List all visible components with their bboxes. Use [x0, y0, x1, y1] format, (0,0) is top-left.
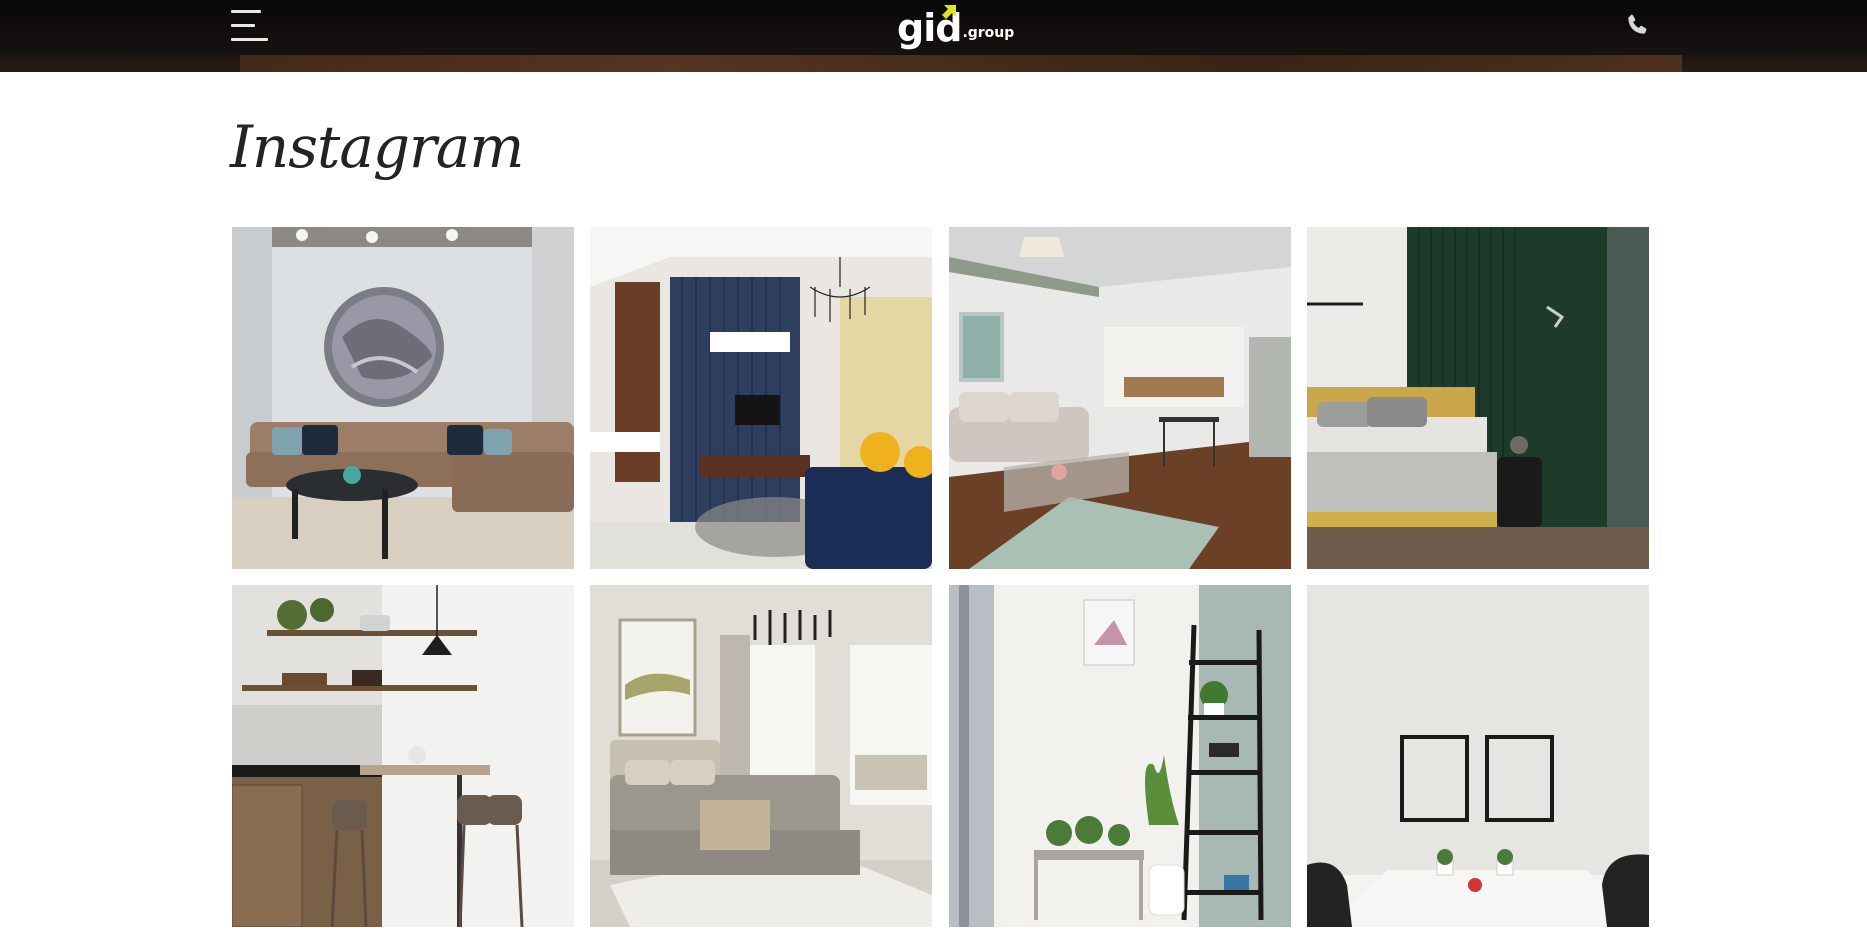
menu-line	[231, 10, 261, 13]
logo-sub-text: .group	[962, 25, 1015, 41]
gallery-item-corner-shelf-plants[interactable]	[948, 585, 1291, 927]
gallery-item-kitchen-shelves-bar-stools[interactable]	[232, 585, 574, 927]
gallery-image	[1306, 585, 1649, 927]
instagram-gallery	[232, 227, 1649, 927]
gallery-item-white-wall-two-frames[interactable]	[1306, 585, 1649, 927]
gallery-image	[590, 227, 933, 569]
section-title: Instagram	[230, 113, 524, 181]
gallery-image	[948, 227, 1291, 569]
site-logo[interactable]: gid .group	[897, 2, 1014, 50]
hamburger-menu-icon[interactable]	[231, 8, 269, 42]
gallery-item-open-plan-living-kitchen[interactable]	[948, 227, 1291, 569]
gallery-item-living-room-round-art[interactable]	[232, 227, 574, 569]
gallery-image	[948, 585, 1291, 927]
gallery-item-bedroom-green-wall[interactable]	[1306, 227, 1649, 569]
menu-line	[231, 24, 255, 27]
gallery-image	[232, 585, 574, 927]
phone-icon[interactable]	[1624, 12, 1650, 38]
site-header: gid .group	[0, 0, 1867, 72]
gallery-item-living-room-blue-tv-wall[interactable]	[590, 227, 933, 569]
gallery-item-bedroom-chandelier[interactable]	[590, 585, 933, 927]
gallery-image	[1306, 227, 1649, 569]
gallery-image	[232, 227, 574, 569]
logo-accent-icon	[942, 5, 956, 19]
gallery-image	[590, 585, 933, 927]
menu-line	[231, 38, 268, 41]
